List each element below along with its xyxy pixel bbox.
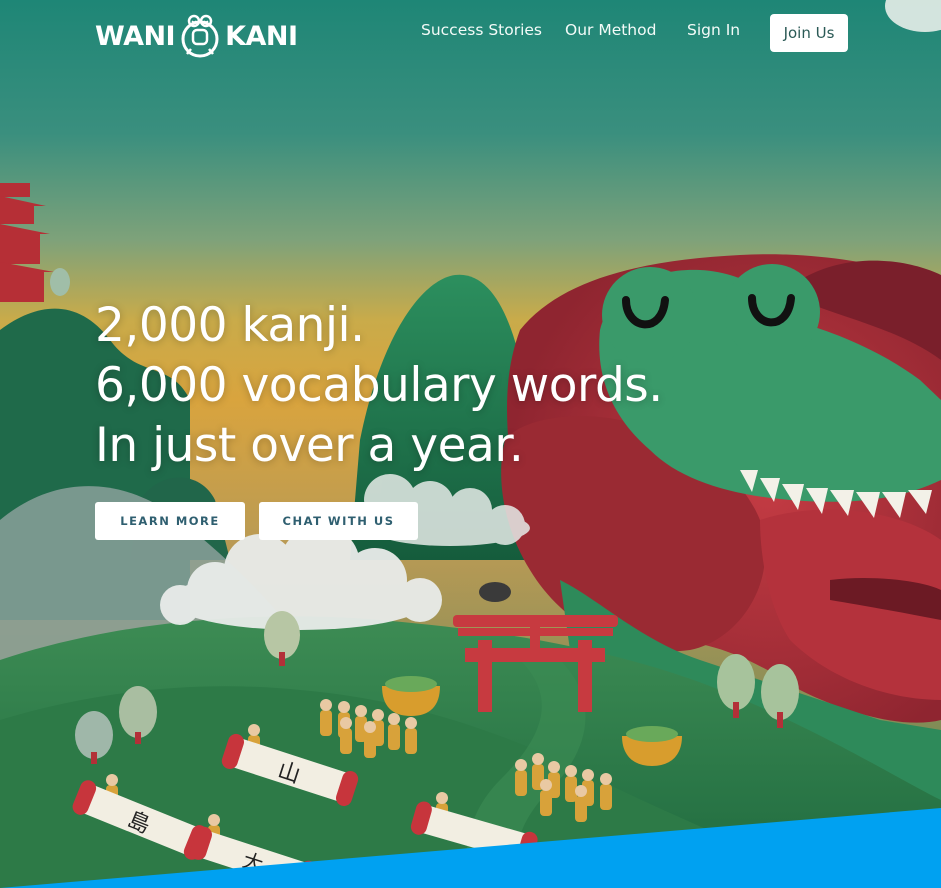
nav-success-stories[interactable]: Success Stories bbox=[421, 21, 542, 39]
hero-section: 山 島 大 WANI KANI Success Stories Our Meth… bbox=[0, 0, 941, 888]
brand-left: WANI bbox=[95, 20, 176, 52]
learn-more-button[interactable]: LEARN MORE bbox=[95, 502, 245, 540]
top-nav: WANI KANI Success Stories Our Method Sig… bbox=[0, 0, 941, 64]
crab-mascot-icon bbox=[181, 14, 219, 58]
join-us-button[interactable]: Join Us bbox=[770, 14, 848, 52]
brand-logo[interactable]: WANI KANI bbox=[95, 11, 298, 61]
nav-sign-in[interactable]: Sign In bbox=[687, 21, 740, 39]
headline-line-3: In just over a year. bbox=[95, 418, 524, 473]
chat-with-us-button[interactable]: CHAT WITH US bbox=[259, 502, 418, 540]
hero-headline: 2,000 kanji. 6,000 vocabulary words. In … bbox=[95, 296, 663, 476]
headline-line-1: 2,000 kanji. bbox=[95, 298, 365, 353]
nav-our-method[interactable]: Our Method bbox=[565, 21, 656, 39]
headline-line-2: 6,000 vocabulary words. bbox=[95, 358, 663, 413]
brand-right: KANI bbox=[225, 20, 298, 52]
